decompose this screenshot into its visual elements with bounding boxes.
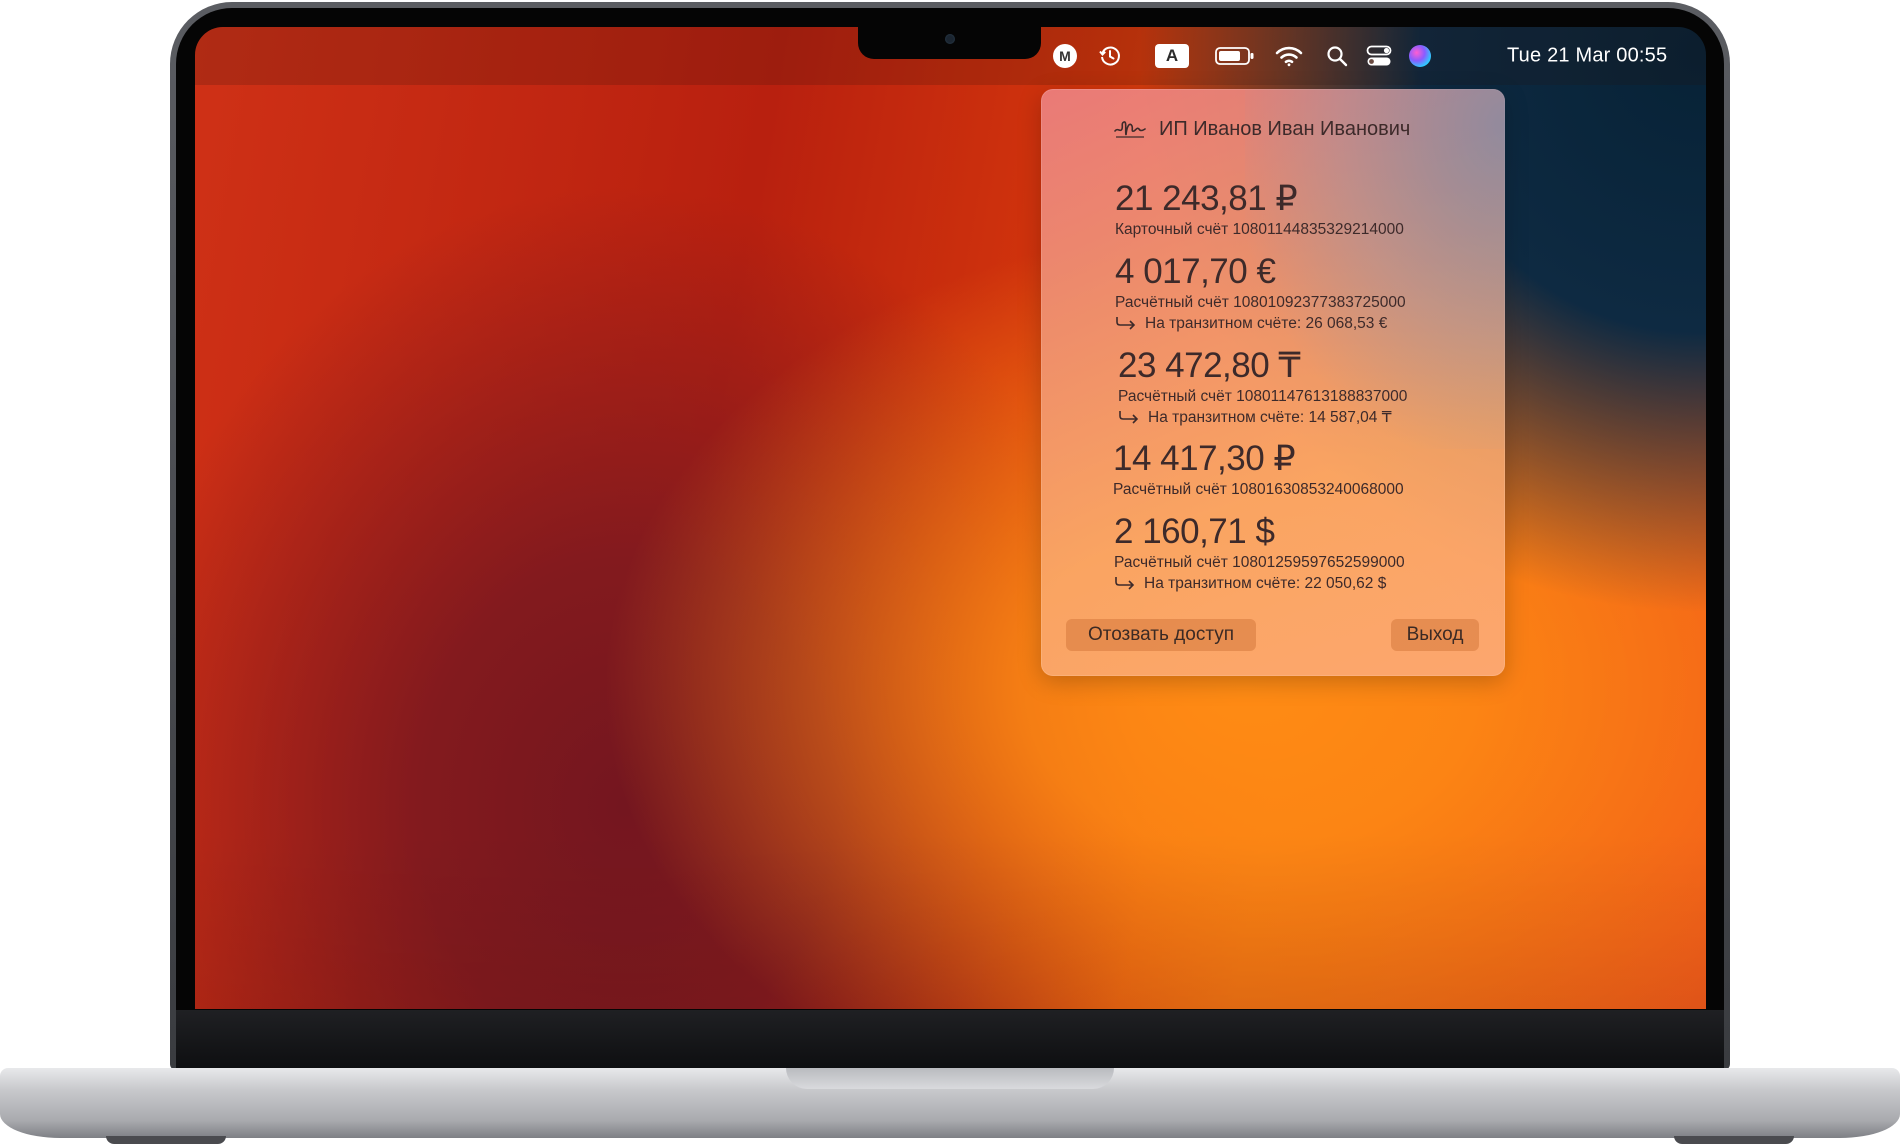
desktop-screen: M A Tue 21 Mar 00:55 ИП Иванов Иван Иван… <box>195 27 1706 1009</box>
revoke-access-button[interactable]: Отозвать доступ <box>1066 619 1256 651</box>
laptop-hinge <box>176 1010 1724 1068</box>
laptop-foot-left <box>106 1136 226 1144</box>
account-amount: 14 417,30 ₽ <box>1113 439 1296 478</box>
control-center-icon[interactable] <box>1366 45 1392 67</box>
account-entry-rub-settlement[interactable]: 14 417,30 ₽ Расчётный счёт 1080163085324… <box>1113 440 1404 499</box>
transit-arrow-icon <box>1115 576 1135 590</box>
account-balance-popover: ИП Иванов Иван Иванович 21 243,81 ₽ Карт… <box>1041 89 1505 676</box>
account-amount: 21 243,81 ₽ <box>1115 179 1298 218</box>
account-amount: 2 160,71 $ <box>1114 512 1275 551</box>
time-machine-icon[interactable] <box>1098 44 1122 68</box>
account-label: Расчётный счёт 10801147613188837000 <box>1118 388 1408 405</box>
battery-icon[interactable] <box>1215 46 1255 66</box>
account-label: Расчётный счёт 10801092377383725000 <box>1115 294 1406 311</box>
transit-balance: На транзитном счёте: 26 068,53 € <box>1115 314 1406 333</box>
transit-arrow-icon <box>1116 316 1136 330</box>
account-entry-rub-card[interactable]: 21 243,81 ₽ Карточный счёт 1080114483532… <box>1115 180 1404 239</box>
account-amount: 23 472,80 ₸ <box>1118 346 1301 385</box>
search-icon[interactable] <box>1326 45 1348 67</box>
transit-balance: На транзитном счёте: 22 050,62 $ <box>1114 574 1405 593</box>
menubar-m-item[interactable]: M <box>1053 44 1077 68</box>
transit-balance: На транзитном счёте: 14 587,04 ₸ <box>1118 408 1407 427</box>
account-label: Расчётный счёт 10801259597652599000 <box>1114 554 1405 571</box>
siri-icon[interactable] <box>1409 45 1431 67</box>
account-label: Расчётный счёт 10801630853240068000 <box>1113 481 1404 498</box>
account-entry-kzt[interactable]: 23 472,80 ₸ Расчётный счёт 1080114761318… <box>1118 347 1407 427</box>
input-source-icon: A <box>1155 44 1189 68</box>
camera-notch <box>858 27 1041 59</box>
exit-button[interactable]: Выход <box>1391 619 1479 651</box>
transit-arrow-icon <box>1119 410 1139 424</box>
laptop-foot-right <box>1674 1136 1794 1144</box>
transit-balance-text: На транзитном счёте: 26 068,53 € <box>1145 315 1388 332</box>
laptop-lid-opening <box>786 1068 1114 1089</box>
camera-icon <box>945 34 955 44</box>
account-entry-eur[interactable]: 4 017,70 € Расчётный счёт 10801092377383… <box>1115 253 1406 333</box>
account-label: Карточный счёт 10801144835329214000 <box>1115 221 1404 238</box>
popover-header: ИП Иванов Иван Иванович <box>1113 117 1410 141</box>
transit-balance-text: На транзитном счёте: 22 050,62 $ <box>1144 575 1387 592</box>
transit-balance-text: На транзитном счёте: 14 587,04 ₸ <box>1148 409 1392 426</box>
signature-icon <box>1114 121 1146 138</box>
m-badge-icon: M <box>1053 44 1077 68</box>
menubar-clock[interactable]: Tue 21 Mar 00:55 <box>1507 45 1667 68</box>
menu-bar: M A Tue 21 Mar 00:55 <box>195 27 1706 85</box>
account-amount: 4 017,70 € <box>1115 252 1276 291</box>
input-source-button[interactable]: A <box>1155 44 1189 68</box>
wifi-icon[interactable] <box>1275 45 1303 67</box>
account-entry-usd[interactable]: 2 160,71 $ Расчётный счёт 10801259597652… <box>1114 513 1405 593</box>
popover-title: ИП Иванов Иван Иванович <box>1159 117 1411 140</box>
